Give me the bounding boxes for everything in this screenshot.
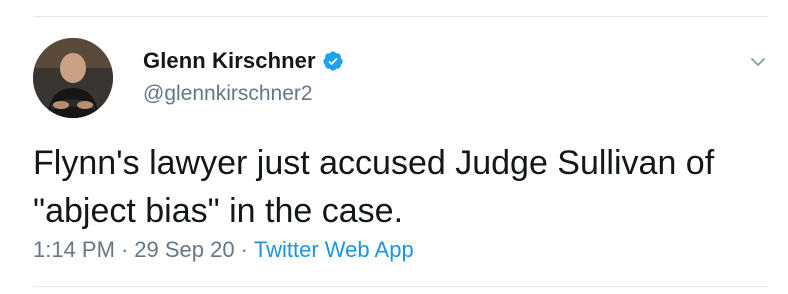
avatar[interactable] xyxy=(33,38,113,118)
tweet-text-line-2: "abject bias" in the case. xyxy=(33,192,404,230)
meta-separator: · xyxy=(240,237,248,262)
tweet-time[interactable]: 1:14 PM xyxy=(33,237,115,262)
tweet-card[interactable]: Glenn Kirschner @glennkirschner2 Flynn's… xyxy=(33,38,768,278)
tweet-date[interactable]: 29 Sep 20 xyxy=(134,237,234,262)
meta-separator: · xyxy=(120,237,129,262)
top-divider xyxy=(33,16,768,17)
author-block: Glenn Kirschner @glennkirschner2 xyxy=(143,46,344,106)
chevron-down-icon[interactable] xyxy=(748,52,768,72)
avatar-photo xyxy=(33,38,113,118)
tweet-text: Flynn's lawyer just accused Judge Sulliv… xyxy=(33,139,768,235)
verified-badge-icon xyxy=(322,50,344,72)
tweet-source-link[interactable]: Twitter Web App xyxy=(254,237,414,262)
tweet-header: Glenn Kirschner @glennkirschner2 xyxy=(33,38,768,120)
handle[interactable]: @glennkirschner2 xyxy=(143,82,344,106)
bottom-divider xyxy=(33,286,768,287)
tweet-text-line-1: Flynn's lawyer just accused Judge Sulliv… xyxy=(33,144,715,182)
display-name[interactable]: Glenn Kirschner xyxy=(143,48,316,74)
name-row: Glenn Kirschner xyxy=(143,46,344,76)
tweet-meta: 1:14 PM · 29 Sep 20 · Twitter Web App xyxy=(33,237,414,263)
